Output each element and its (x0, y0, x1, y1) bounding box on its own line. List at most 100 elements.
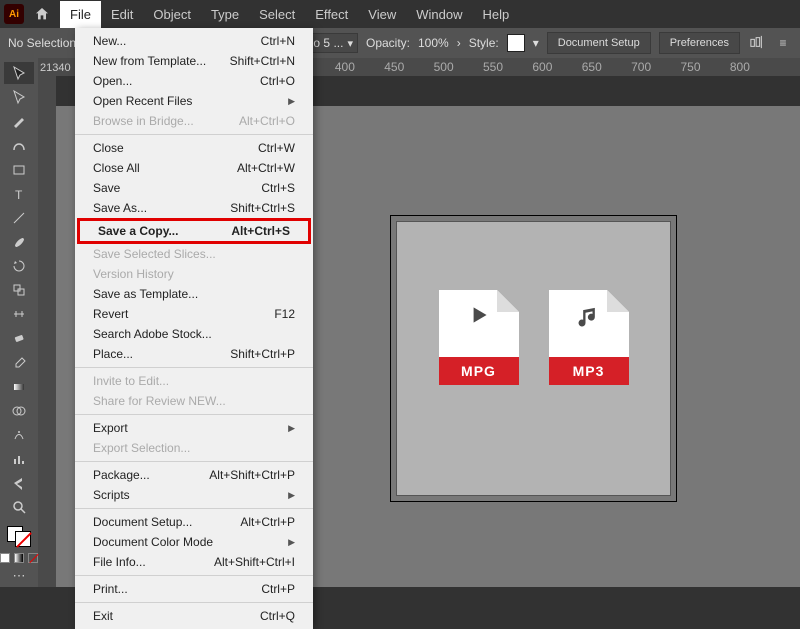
menu-item-new[interactable]: New...Ctrl+N (75, 31, 313, 51)
menu-item-search-adobe-stock[interactable]: Search Adobe Stock... (75, 324, 313, 344)
home-icon[interactable] (32, 4, 52, 24)
menu-item-label: Save As... (93, 201, 147, 215)
app-icon: Ai (4, 4, 24, 24)
menu-view[interactable]: View (358, 1, 406, 28)
menu-shortcut: Alt+Ctrl+W (237, 161, 295, 175)
tool-slice[interactable] (4, 472, 34, 494)
ruler-vertical (38, 76, 56, 587)
menu-file[interactable]: File (60, 1, 101, 28)
draw-mode-toggles[interactable] (0, 553, 38, 563)
tool-zoom[interactable] (4, 496, 34, 518)
chevron-right-icon[interactable]: › (457, 36, 461, 50)
menu-item-open[interactable]: Open...Ctrl+O (75, 71, 313, 91)
menu-item-label: Open... (93, 74, 132, 88)
style-swatch[interactable] (507, 34, 525, 52)
menu-item-label: Close All (93, 161, 140, 175)
menu-object[interactable]: Object (143, 1, 201, 28)
menu-item-label: Invite to Edit... (93, 374, 169, 388)
menu-item-revert[interactable]: RevertF12 (75, 304, 313, 324)
menu-item-document-color-mode[interactable]: Document Color Mode▶ (75, 532, 313, 552)
chevron-down-icon[interactable]: ▾ (533, 36, 539, 50)
artboard: MPG MP3 (396, 221, 671, 496)
menu-help[interactable]: Help (472, 1, 519, 28)
menu-item-open-recent-files[interactable]: Open Recent Files▶ (75, 91, 313, 111)
menu-item-label: Browse in Bridge... (93, 114, 194, 128)
menu-item-label: Document Setup... (93, 515, 192, 529)
menu-item-print[interactable]: Print...Ctrl+P (75, 579, 313, 599)
style-label: Style: (469, 36, 499, 50)
tool-direct-select[interactable] (4, 86, 34, 108)
menu-shortcut: Shift+Ctrl+P (230, 347, 295, 361)
menu-item-exit[interactable]: Exit Ctrl+Q (75, 606, 313, 626)
menu-item-save-as-template[interactable]: Save as Template... (75, 284, 313, 304)
tool-pen[interactable] (4, 110, 34, 132)
menu-shortcut: Shift+Ctrl+N (230, 54, 295, 68)
menu-edit[interactable]: Edit (101, 1, 143, 28)
preferences-button[interactable]: Preferences (659, 32, 740, 54)
menu-item-label: Close (93, 141, 124, 155)
tool-width[interactable] (4, 303, 34, 325)
menu-item-label: Version History (93, 267, 174, 281)
tool-gradient[interactable] (4, 376, 34, 398)
menu-item-label: Export (93, 421, 128, 435)
tool-type[interactable]: T (4, 183, 34, 205)
menu-item-export[interactable]: Export▶ (75, 418, 313, 438)
menu-item-document-setup[interactable]: Document Setup... Alt+Ctrl+P (75, 512, 313, 532)
menu-item-version-history: Version History (75, 264, 313, 284)
highlighted-menu-item: Save a Copy...Alt+Ctrl+S (77, 218, 311, 244)
tool-curvature[interactable] (4, 134, 34, 156)
menu-select[interactable]: Select (249, 1, 305, 28)
menu-effect[interactable]: Effect (305, 1, 358, 28)
menu-shortcut: Ctrl+N (261, 34, 295, 48)
menu-item-close-all[interactable]: Close All Alt+Ctrl+W (75, 158, 313, 178)
menu-item-label: Share for Review NEW... (93, 394, 226, 408)
menu-item-close[interactable]: Close Ctrl+W (75, 138, 313, 158)
menu-item-invite-to-edit: Invite to Edit... (75, 371, 313, 391)
tool-column-graph[interactable] (4, 448, 34, 470)
menu-item-place[interactable]: Place...Shift+Ctrl+P (75, 344, 313, 364)
tool-rect[interactable] (4, 159, 34, 181)
tool-brush[interactable] (4, 231, 34, 253)
opacity-value[interactable]: 100% (418, 36, 449, 50)
menu-shortcut: Alt+Ctrl+P (240, 515, 295, 529)
menu-shortcut: Ctrl+W (258, 141, 295, 155)
menu-shortcut: Ctrl+Q (260, 609, 295, 623)
menu-shortcut: Alt+Shift+Ctrl+I (214, 555, 295, 569)
menu-type[interactable]: Type (201, 1, 249, 28)
menu-item-save-as[interactable]: Save As... Shift+Ctrl+S (75, 198, 313, 218)
menu-item-save[interactable]: SaveCtrl+S (75, 178, 313, 198)
menu-item-label: Exit (93, 609, 113, 623)
tool-symbol[interactable] (4, 424, 34, 446)
menu-shortcut: Shift+Ctrl+S (230, 201, 295, 215)
menu-item-label: Save as Template... (93, 287, 198, 301)
menu-window[interactable]: Window (406, 1, 472, 28)
tool-eraser[interactable] (4, 327, 34, 349)
menu-shortcut: Alt+Ctrl+O (239, 114, 295, 128)
menu-item-file-info[interactable]: File Info...Alt+Shift+Ctrl+I (75, 552, 313, 572)
submenu-arrow-icon: ▶ (288, 96, 295, 107)
document-setup-button[interactable]: Document Setup (547, 32, 651, 54)
menu-item-save-selected-slices: Save Selected Slices... (75, 244, 313, 264)
tool-blend[interactable] (4, 400, 34, 422)
edit-toolbar-icon[interactable]: ⋯ (4, 565, 34, 587)
menu-item-save-a-copy[interactable]: Save a Copy...Alt+Ctrl+S (80, 221, 308, 241)
menu-item-label: Package... (93, 468, 150, 482)
menu-item-new-from-template[interactable]: New from Template...Shift+Ctrl+N (75, 51, 313, 71)
tool-rotate[interactable] (4, 255, 34, 277)
tool-line[interactable] (4, 207, 34, 229)
document-tab-title[interactable]: 21340 (40, 62, 71, 74)
fill-stroke-swatch[interactable] (7, 526, 31, 546)
file-icon-mpg: MPG (439, 290, 519, 385)
menu-shortcut: F12 (274, 307, 295, 321)
tool-selection[interactable] (4, 62, 34, 84)
file-extension-label: MPG (439, 357, 519, 385)
music-icon (549, 302, 629, 330)
menu-item-package[interactable]: Package...Alt+Shift+Ctrl+P (75, 465, 313, 485)
menu-item-scripts[interactable]: Scripts▶ (75, 485, 313, 505)
file-icon-mp3: MP3 (549, 290, 629, 385)
tool-eyedropper[interactable] (4, 352, 34, 374)
tool-scale[interactable] (4, 279, 34, 301)
menu-item-label: Print... (93, 582, 128, 596)
align-icon[interactable] (748, 35, 766, 52)
panel-menu-icon[interactable]: ≡ (774, 36, 792, 50)
